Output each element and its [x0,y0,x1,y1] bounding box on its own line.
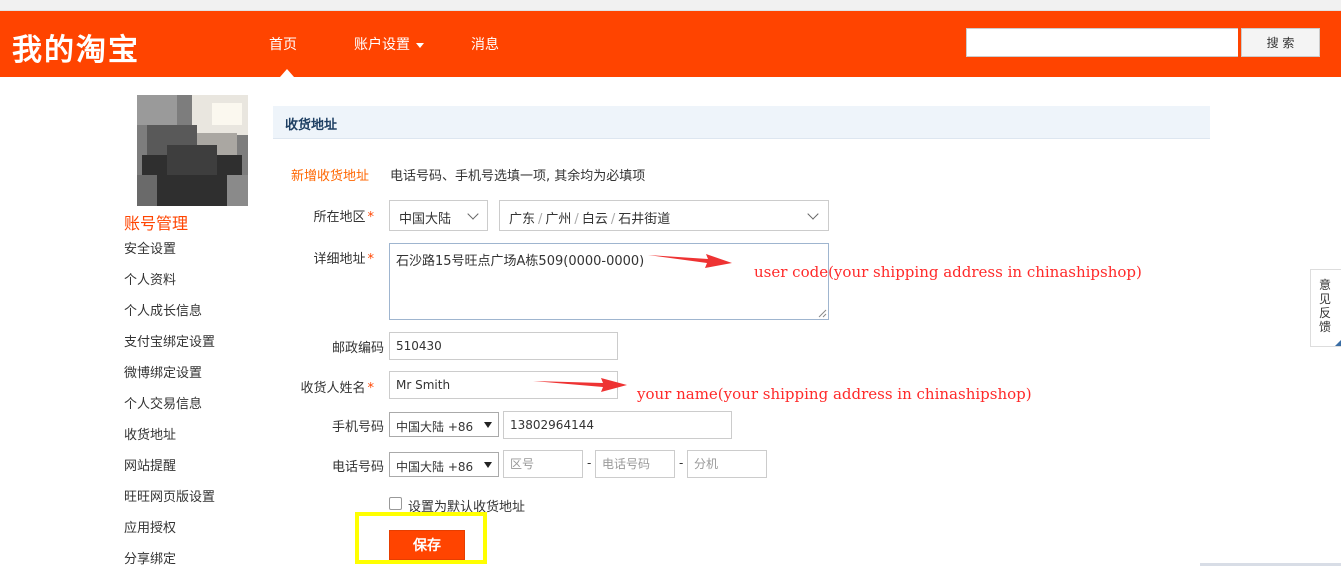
save-button[interactable]: 保存 [389,530,465,560]
phone-extension-input[interactable] [687,450,767,478]
chevron-down-icon [807,208,819,220]
sidebar-title: 账号管理 [124,214,189,233]
nav-home[interactable]: 首页 [269,34,297,54]
phone-country-code-value: 中国大陆 +86 [396,460,474,474]
phone-country-code-select[interactable]: 中国大陆 +86 [389,452,499,477]
logo[interactable]: 我的淘宝 [12,25,140,69]
mobile-label: 手机号码 [331,420,384,435]
dropdown-arrow-icon [484,462,492,468]
nav-account-settings[interactable]: 账户设置 [354,34,424,54]
nav-messages[interactable]: 消息 [471,34,499,54]
feedback-tab[interactable]: 意见反馈 [1310,269,1341,347]
chevron-down-icon [467,208,479,220]
mobile-country-code-value: 中国大陆 +86 [396,420,474,434]
phone-separator: - [587,456,592,470]
sidebar-item-site-reminders[interactable]: 网站提醒 [124,458,215,489]
sidebar-item-weibo-binding[interactable]: 微博绑定设置 [124,365,215,396]
avatar[interactable] [137,95,248,206]
phone-number-input[interactable] [595,450,675,478]
search-input[interactable] [966,28,1238,57]
annotation-your-name: your name(your shipping address in china… [637,385,1032,403]
mobile-input[interactable] [503,411,732,439]
dropdown-arrow-icon [484,422,492,428]
recipient-label: 收货人姓名 * [300,381,374,396]
sidebar-item-app-authorization[interactable]: 应用授权 [124,520,215,551]
active-nav-pointer-icon [280,69,294,77]
site-header: 我的淘宝 首页 账户设置 消息 搜 索 [0,11,1341,77]
form-title: 新增收货地址 [291,169,370,184]
annotation-user-code: user code(your shipping address in china… [754,263,1142,281]
browser-top-strip [0,0,1341,11]
form-note: 电话号码、手机号选填一项, 其余均为必填项 [390,169,646,184]
nav-account-settings-label: 账户设置 [354,37,410,53]
region-select-value: 广东 / 广州 / 白云 / 石井街道 [509,212,671,227]
sidebar-item-shipping-address[interactable]: 收货地址 [124,427,215,458]
default-address-checkbox[interactable] [389,497,402,510]
sidebar-item-security[interactable]: 安全设置 [124,241,215,272]
region-label: 所在地区 * [313,210,374,225]
postcode-label: 邮政编码 [331,341,384,356]
corner-triangle-icon [1335,340,1341,346]
country-select-value: 中国大陆 [399,212,452,227]
phone-separator: - [679,456,684,470]
postcode-input[interactable] [389,332,618,360]
sidebar-item-profile[interactable]: 个人资料 [124,272,215,303]
detail-address-label: 详细地址 * [313,252,374,267]
search-button[interactable]: 搜 索 [1241,28,1320,57]
panel-title: 收货地址 [285,118,338,133]
sidebar-item-wangwang-web[interactable]: 旺旺网页版设置 [124,489,215,520]
sidebar-menu: 安全设置 个人资料 个人成长信息 支付宝绑定设置 微博绑定设置 个人交易信息 收… [124,241,215,582]
country-select[interactable]: 中国大陆 [389,200,488,231]
panel-header: 收货地址 [273,106,1210,139]
mobile-country-code-select[interactable]: 中国大陆 +86 [389,412,499,437]
phone-label: 电话号码 [331,460,384,475]
detail-address-input[interactable]: 石沙路15号旺点广场A栋509(0000-0000) [389,243,829,320]
feedback-label: 意见反馈 [1319,278,1332,334]
sidebar-item-alipay-binding[interactable]: 支付宝绑定设置 [124,334,215,365]
sidebar-item-growth[interactable]: 个人成长信息 [124,303,215,334]
caret-down-icon [416,42,424,48]
sidebar-item-share-binding[interactable]: 分享绑定 [124,551,215,582]
annotation-arrow-icon [648,254,732,268]
region-select[interactable]: 广东 / 广州 / 白云 / 石井街道 [499,200,829,231]
phone-area-code-input[interactable] [503,450,583,478]
sidebar-item-trade-info[interactable]: 个人交易信息 [124,396,215,427]
annotation-arrow-icon [533,378,627,392]
